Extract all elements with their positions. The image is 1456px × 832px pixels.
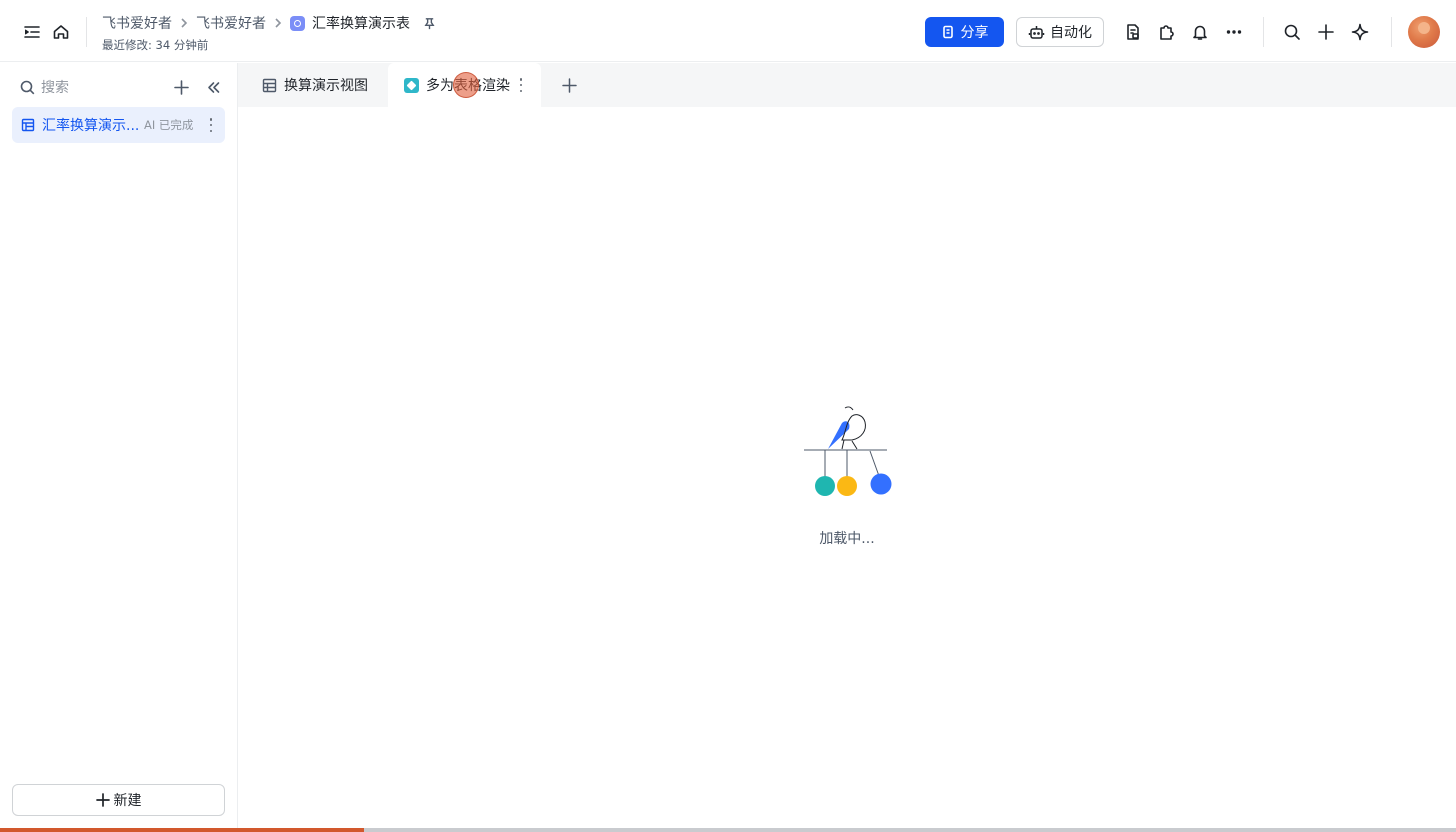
more-vertical-icon[interactable]	[519, 78, 523, 92]
header-divider	[1391, 17, 1392, 47]
search-icon	[20, 80, 35, 94]
add-view-icon[interactable]	[558, 74, 580, 96]
progress-fill	[0, 828, 364, 832]
sidebar-toggle-icon[interactable]	[18, 18, 46, 46]
bell-icon[interactable]	[1186, 18, 1214, 46]
header-divider	[86, 17, 87, 47]
search-input[interactable]: 搜索	[20, 78, 69, 96]
sidebar-item-label: 汇率换算演示...	[42, 118, 138, 134]
more-vertical-icon[interactable]	[209, 118, 213, 132]
base-doc-icon	[290, 15, 305, 31]
new-button[interactable]: 新建	[12, 784, 225, 816]
header-divider	[1263, 17, 1264, 47]
sidebar-add-icon[interactable]	[170, 76, 192, 98]
robot-icon	[1028, 25, 1045, 39]
search-placeholder: 搜索	[41, 80, 69, 96]
plus-icon[interactable]	[1312, 18, 1340, 46]
ai-sparkle-icon[interactable]	[1346, 18, 1374, 46]
tab-conversion-view[interactable]: 换算演示视图	[262, 63, 368, 107]
home-icon[interactable]	[47, 18, 75, 46]
share-button-label: 分享	[960, 25, 989, 41]
view-tab-bar: 换算演示视图 多为表格渲染	[238, 63, 1456, 107]
tab-label: 多为表格渲染	[426, 78, 510, 94]
doc-info-icon[interactable]	[1119, 18, 1147, 46]
chevron-right-icon	[176, 15, 192, 31]
new-button-label: 新建	[113, 793, 142, 809]
grid-view-icon	[262, 78, 277, 92]
tab-multi-table-render[interactable]: 多为表格渲染	[388, 63, 541, 107]
collapse-sidebar-icon[interactable]	[202, 76, 224, 98]
share-button[interactable]: 分享	[925, 17, 1004, 47]
ai-status-badge: AI 已完成	[144, 118, 194, 132]
top-header: 飞书爱好者 飞书爱好者 汇率换算演示表 最近修改: 34 分钟前 分享 自动化	[0, 0, 1456, 62]
loading-bird-illustration	[804, 406, 892, 496]
pin-icon[interactable]	[422, 16, 436, 30]
breadcrumb-item[interactable]: 飞书爱好者	[102, 13, 172, 33]
loading-text: 加载中...	[819, 531, 875, 547]
automation-button-label: 自动化	[1050, 25, 1092, 41]
more-icon[interactable]	[1220, 18, 1248, 46]
plus-icon	[95, 793, 110, 807]
avatar[interactable]	[1408, 16, 1440, 48]
last-modified-text: 最近修改: 34 分钟前	[102, 38, 209, 52]
search-icon[interactable]	[1278, 18, 1306, 46]
plugin-view-icon	[404, 77, 419, 93]
tab-label: 换算演示视图	[284, 78, 368, 94]
share-lock-icon	[942, 25, 953, 39]
loading-progress-bar	[0, 828, 1456, 832]
chevron-right-icon	[270, 15, 286, 31]
doc-title[interactable]: 汇率换算演示表	[312, 13, 410, 33]
automation-button[interactable]: 自动化	[1016, 17, 1104, 47]
table-icon	[21, 118, 35, 132]
sidebar-item-table[interactable]: 汇率换算演示... AI 已完成	[12, 107, 225, 143]
plugin-icon[interactable]	[1152, 18, 1180, 46]
breadcrumb: 飞书爱好者 飞书爱好者 汇率换算演示表	[102, 13, 436, 33]
breadcrumb-item[interactable]: 飞书爱好者	[196, 13, 266, 33]
sidebar: 搜索 汇率换算演示... AI 已完成 新建	[0, 63, 238, 832]
